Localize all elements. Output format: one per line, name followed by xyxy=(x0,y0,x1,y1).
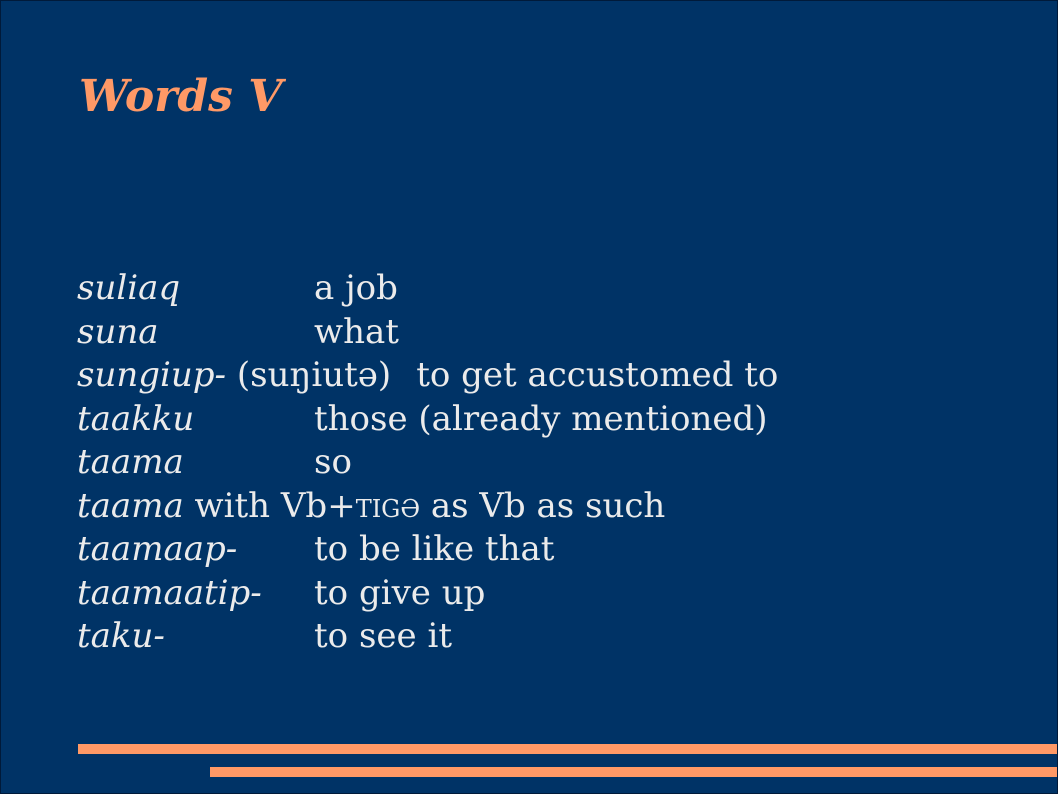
word-entry: taku- to see it xyxy=(77,615,778,659)
word-entry: suliaq a job xyxy=(77,267,778,311)
slide-title: Words V xyxy=(79,71,283,122)
word-gloss: to see it xyxy=(314,616,452,656)
decorative-bar-long xyxy=(78,744,1057,754)
word-gloss: those (already mentioned) xyxy=(314,398,768,439)
word-term: taku- xyxy=(77,616,165,656)
word-entry: taamaatip- to give up xyxy=(77,572,778,616)
word-gloss: to be like that xyxy=(314,529,555,569)
word-term: taama xyxy=(77,485,184,526)
word-term: taama xyxy=(77,442,184,482)
word-entry: suna what xyxy=(77,311,778,355)
word-entry: taama with Vb+tigə as Vb as such xyxy=(77,485,778,529)
word-entry: taamaap- to be like that xyxy=(77,528,778,572)
word-term: taamaatip- xyxy=(77,572,262,613)
word-gloss: what xyxy=(314,311,399,352)
word-gloss: so xyxy=(314,442,352,482)
word-term: taakku xyxy=(77,398,195,439)
word-term: sungiup- xyxy=(77,355,227,395)
word-usage-gloss: as Vb as such xyxy=(420,485,666,526)
word-term: suna xyxy=(77,311,159,352)
word-list: suliaq a job suna what sungiup- (suŋiutə… xyxy=(77,267,778,659)
word-entry: taakku those (already mentioned) xyxy=(77,398,778,442)
slide: Words V suliaq a job suna what sungiup- … xyxy=(0,0,1058,794)
word-gloss: to give up xyxy=(314,572,486,613)
word-entry: taama so xyxy=(77,441,778,485)
decorative-bar-short xyxy=(210,767,1057,777)
word-entry: sungiup- (suŋiutə) to get accustomed to xyxy=(77,354,778,398)
word-term: suliaq xyxy=(77,268,181,308)
word-gloss: a job xyxy=(314,268,398,308)
word-pronunciation: (suŋiutə) xyxy=(226,355,392,395)
word-term: taamaap- xyxy=(77,529,238,569)
word-gloss: to get accustomed to xyxy=(416,355,779,395)
word-usage-text: with Vb+ xyxy=(183,485,356,526)
word-suffix: tigə xyxy=(355,485,421,526)
